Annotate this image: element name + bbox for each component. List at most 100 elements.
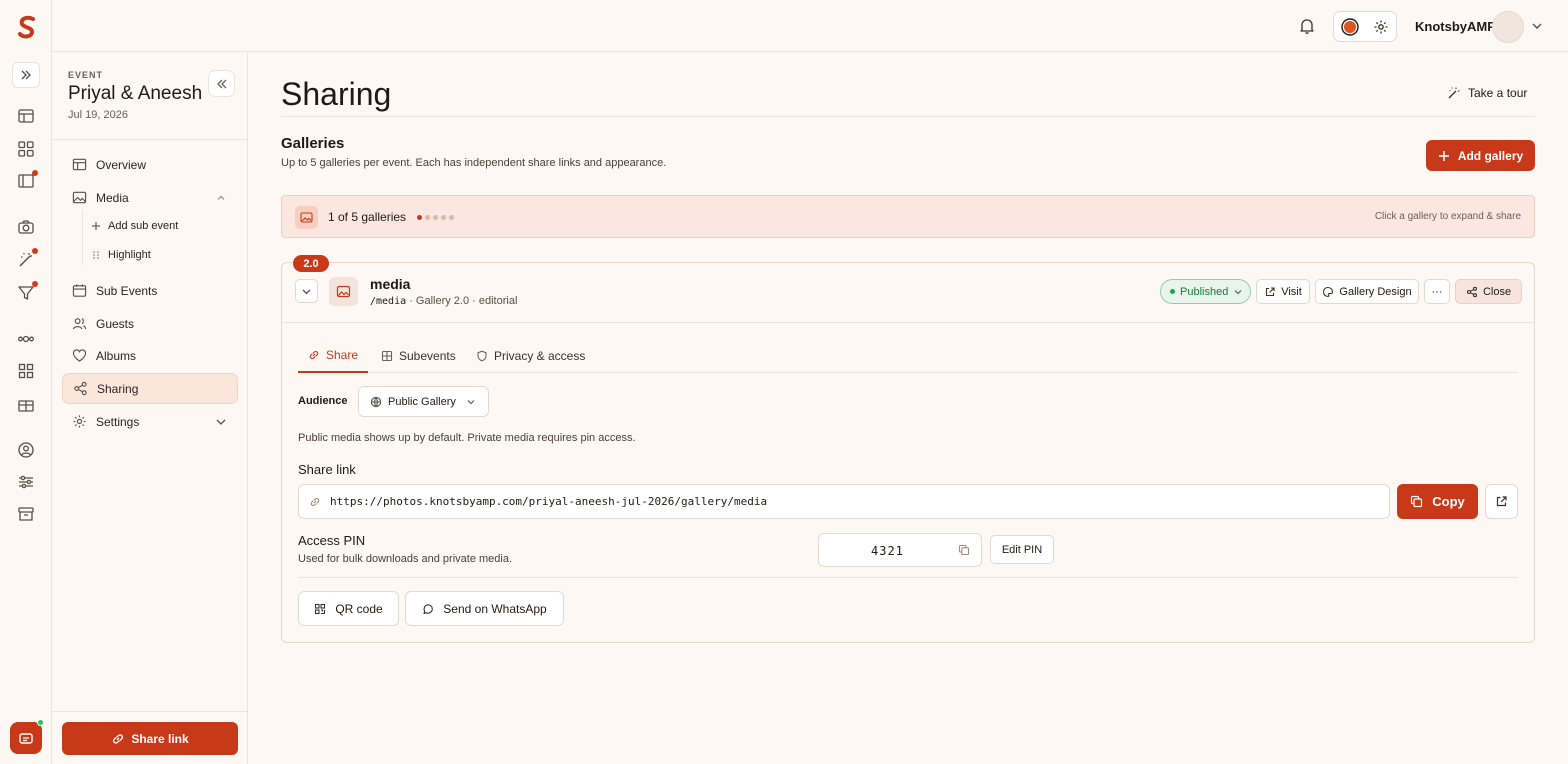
archive-icon[interactable] — [17, 505, 35, 523]
count-dot — [449, 215, 454, 220]
table-icon[interactable] — [17, 107, 35, 125]
gallery-thumb-icon — [329, 277, 358, 306]
palette-icon — [1323, 286, 1334, 297]
qr-code-icon — [315, 603, 326, 614]
chevron-down-icon[interactable] — [214, 415, 228, 429]
sidebar-item-albums[interactable]: Albums — [62, 340, 238, 371]
copy-link-button[interactable]: Copy — [1397, 484, 1478, 519]
add-sub-event-label: Add sub event — [108, 220, 179, 232]
external-link-icon — [1496, 496, 1507, 507]
app-rail — [0, 0, 52, 764]
add-sub-event-link[interactable]: Add sub event — [90, 220, 178, 232]
apps-grid-icon[interactable] — [17, 140, 35, 158]
collapse-gallery-button[interactable] — [295, 279, 318, 303]
access-pin-field[interactable]: 4321 — [818, 533, 982, 567]
copy-icon[interactable] — [958, 544, 970, 556]
add-gallery-button[interactable]: Add gallery — [1426, 140, 1535, 171]
double-chevron-left-icon — [216, 79, 226, 88]
magic-wand-icon — [1448, 87, 1460, 99]
gift-icon[interactable] — [17, 395, 35, 413]
org-name[interactable]: KnotsbyAMP — [1415, 19, 1496, 34]
galleries-subheading: Up to 5 galleries per event. Each has in… — [281, 157, 667, 169]
app-logo[interactable] — [14, 14, 40, 40]
theme-swatch-icon[interactable] — [1341, 18, 1359, 36]
share-icon — [1466, 286, 1477, 297]
headset-icon — [19, 733, 33, 744]
page-title: Sharing — [281, 76, 392, 112]
camera-icon[interactable] — [17, 218, 35, 236]
share-icon — [74, 381, 87, 396]
sidebar-item-label: Sub Events — [96, 283, 158, 298]
qr-code-button[interactable]: QR code — [298, 591, 399, 626]
table-icon — [72, 158, 87, 171]
version-badge: 2.0 — [293, 255, 329, 272]
filter-icon[interactable] — [17, 284, 35, 302]
take-tour-label: Take a tour — [1468, 86, 1528, 100]
tab-subevents[interactable]: Subevents — [381, 338, 456, 373]
support-button[interactable] — [10, 722, 42, 754]
visit-button[interactable]: Visit — [1256, 279, 1310, 304]
audience-select[interactable]: Public Gallery — [358, 386, 489, 417]
magic-wand-icon[interactable] — [17, 251, 35, 269]
share-link-button[interactable]: Share link — [62, 722, 238, 755]
drag-handle-icon[interactable] — [90, 249, 102, 261]
whatsapp-label: Send on WhatsApp — [443, 601, 547, 616]
chevron-down-icon[interactable] — [1530, 19, 1544, 33]
grid-icon — [381, 350, 393, 361]
chevron-up-icon[interactable] — [214, 191, 228, 205]
sidebar-item-sub-events[interactable]: Sub Events — [62, 275, 238, 306]
people-network-icon[interactable] — [17, 330, 35, 348]
more-options-button[interactable]: ··· — [1424, 279, 1450, 304]
open-link-button[interactable] — [1485, 484, 1518, 519]
bell-icon[interactable] — [1298, 17, 1316, 35]
gallery-count-label: 1 of 5 galleries — [328, 210, 407, 224]
sidebar-item-guests[interactable]: Guests — [62, 308, 238, 339]
event-title: Priyal & Aneesh — [68, 83, 203, 104]
sub-item-highlight[interactable]: Highlight — [90, 249, 151, 261]
user-circle-icon[interactable] — [17, 441, 35, 459]
share-url-field[interactable]: https://photos.knotsbyamp.com/priyal-ane… — [298, 484, 1390, 519]
take-tour-button[interactable]: Take a tour — [1447, 86, 1527, 100]
status-dot — [1170, 289, 1175, 294]
chevron-down-icon — [302, 289, 311, 294]
rail-expand-button[interactable] — [12, 62, 40, 88]
tab-privacy[interactable]: Privacy & access — [476, 338, 585, 373]
qr-grid-icon[interactable] — [17, 362, 35, 380]
sliders-icon[interactable] — [17, 473, 35, 491]
sidebar-item-settings[interactable]: Settings — [62, 406, 238, 437]
close-gallery-button[interactable]: Close — [1455, 279, 1522, 304]
sidebar-item-label: Overview — [96, 157, 147, 172]
appearance-toolbar — [1333, 11, 1397, 42]
tab-share[interactable]: Share — [298, 338, 368, 373]
status-dropdown[interactable]: Published — [1160, 279, 1251, 304]
copy-label: Copy — [1432, 494, 1465, 509]
notification-dot — [32, 248, 38, 254]
gallery-design-button[interactable]: Gallery Design — [1315, 279, 1419, 304]
gallery-tabs: Share Subevents Privacy & access — [298, 338, 1518, 373]
whatsapp-icon — [423, 603, 434, 614]
gear-icon — [73, 415, 86, 428]
divider — [52, 139, 247, 140]
send-whatsapp-button[interactable]: Send on WhatsApp — [405, 591, 564, 626]
avatar[interactable] — [1492, 11, 1524, 43]
copy-icon — [1411, 495, 1423, 508]
sidebar-item-label: Media — [96, 190, 129, 205]
event-sidebar: EVENT Priyal & Aneesh Jul 19, 2026 Overv… — [52, 52, 248, 764]
collapse-sidebar-button[interactable] — [208, 70, 235, 97]
sidebar-item-sharing[interactable]: Sharing — [62, 373, 238, 404]
sidebar-item-media[interactable]: Media — [62, 182, 238, 213]
share-url: https://photos.knotsbyamp.com/priyal-ane… — [330, 495, 768, 508]
sidebar-item-label: Sharing — [97, 381, 139, 396]
status-label: Published — [1180, 285, 1229, 298]
users-icon — [72, 318, 87, 330]
gallery-icon — [295, 206, 318, 229]
external-link-icon — [1266, 286, 1275, 296]
sidebar-item-overview[interactable]: Overview — [62, 149, 238, 180]
edit-pin-button[interactable]: Edit PIN — [990, 535, 1054, 564]
more-options-label: ··· — [1431, 285, 1443, 298]
link-icon — [310, 497, 320, 506]
audience-help: Public media shows up by default. Privat… — [298, 432, 636, 444]
gallery-path: /media — [370, 296, 407, 307]
gear-icon[interactable] — [1373, 19, 1389, 35]
notification-dot — [32, 170, 38, 176]
